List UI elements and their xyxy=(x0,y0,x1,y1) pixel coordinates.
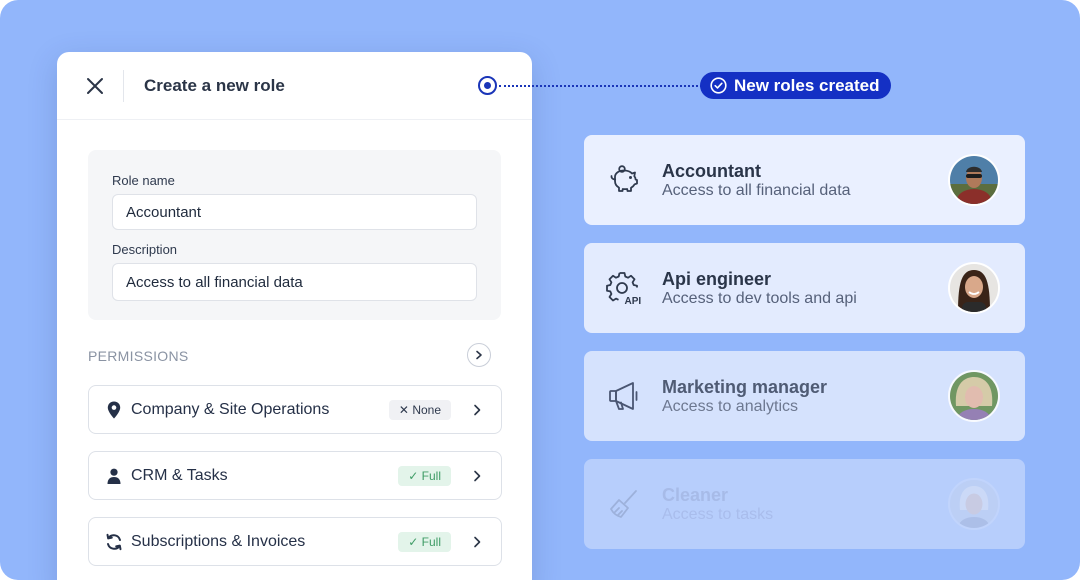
check-circle-icon xyxy=(710,77,727,94)
status-badge: ✓ Full xyxy=(398,532,451,552)
permission-row-subscriptions-invoices[interactable]: Subscriptions & Invoices ✓ Full xyxy=(88,517,502,566)
new-roles-created-badge: New roles created xyxy=(700,72,891,99)
role-name: Cleaner xyxy=(662,485,729,505)
x-icon: ✕ xyxy=(398,403,409,417)
role-name-input[interactable] xyxy=(112,194,477,230)
chevron-right-icon xyxy=(469,468,485,484)
megaphone-icon xyxy=(606,378,642,414)
description-input[interactable] xyxy=(112,263,477,301)
connector-dot xyxy=(478,76,497,95)
role-card-accountant[interactable]: Accountant Access to all financial data xyxy=(584,135,1025,225)
role-description: Access to analytics xyxy=(662,398,799,415)
close-icon xyxy=(87,78,103,94)
permission-row-company-site-operations[interactable]: Company & Site Operations ✕ None xyxy=(88,385,502,434)
connector-line xyxy=(499,85,702,87)
avatar xyxy=(948,262,1000,314)
piggy-bank-icon xyxy=(606,162,642,198)
canvas-background: Create a new role Role name Description … xyxy=(0,0,1080,580)
create-role-modal: Create a new role Role name Description … xyxy=(57,52,532,580)
permission-row-crm-tasks[interactable]: CRM & Tasks ✓ Full xyxy=(88,451,502,500)
role-form: Role name Description xyxy=(88,150,501,320)
permissions-heading: PERMISSIONS xyxy=(88,348,189,364)
permission-label: Company & Site Operations xyxy=(131,401,330,418)
role-name-label: Role name xyxy=(112,173,175,188)
role-name: Api engineer xyxy=(662,269,772,289)
header-divider xyxy=(123,70,124,102)
person-icon xyxy=(105,467,123,485)
description-label: Description xyxy=(112,242,178,257)
chevron-right-icon xyxy=(476,350,482,360)
permissions-expand-button[interactable] xyxy=(467,343,491,367)
gear-api-icon: API xyxy=(606,270,642,306)
check-icon: ✓ xyxy=(408,469,419,483)
check-icon: ✓ xyxy=(408,535,419,549)
broom-icon xyxy=(606,486,642,522)
role-name: Accountant xyxy=(662,161,761,181)
chevron-right-icon xyxy=(469,534,485,550)
role-card-marketing-manager[interactable]: Marketing manager Access to analytics xyxy=(584,351,1025,441)
avatar xyxy=(948,370,1000,422)
close-button[interactable] xyxy=(83,74,107,98)
api-label: API xyxy=(625,296,642,306)
permission-label: CRM & Tasks xyxy=(131,467,228,484)
avatar xyxy=(948,154,1000,206)
chevron-right-icon xyxy=(469,402,485,418)
badge-text: Full xyxy=(421,535,441,549)
status-badge: ✕ None xyxy=(388,400,451,420)
role-card-cleaner[interactable]: Cleaner Access to tasks xyxy=(584,459,1025,549)
role-card-api-engineer[interactable]: API Api engineer Access to dev tools and… xyxy=(584,243,1025,333)
role-description: Access to dev tools and api xyxy=(662,290,857,307)
permission-label: Subscriptions & Invoices xyxy=(131,533,306,550)
modal-header: Create a new role xyxy=(57,52,532,120)
status-badge: ✓ Full xyxy=(398,466,451,486)
badge-text: None xyxy=(412,403,441,417)
badge-text: Full xyxy=(421,469,441,483)
role-name: Marketing manager xyxy=(662,377,828,397)
location-pin-icon xyxy=(105,401,123,419)
avatar xyxy=(948,478,1000,530)
role-description: Access to all financial data xyxy=(662,182,851,199)
role-description: Access to tasks xyxy=(662,506,774,523)
modal-title: Create a new role xyxy=(144,76,285,95)
new-roles-created-label: New roles created xyxy=(734,75,880,95)
refresh-icon xyxy=(105,533,123,551)
